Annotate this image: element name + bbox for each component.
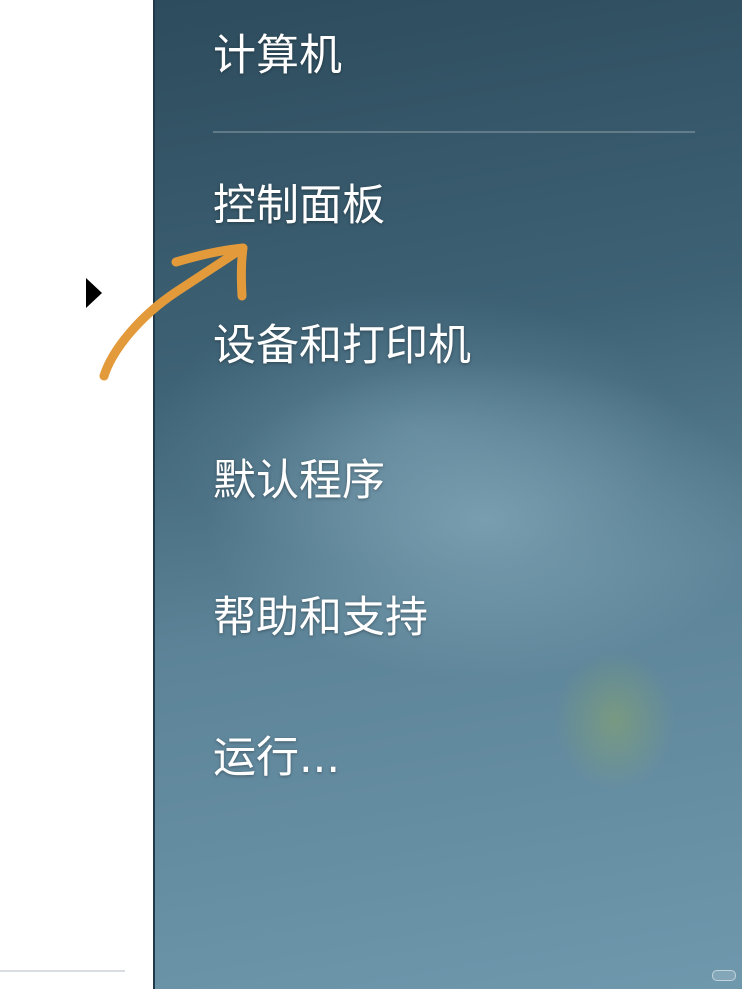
start-menu-right-pane: 计算机 控制面板 设备和打印机 默认程序 帮助和支持 运行...: [153, 0, 742, 989]
corner-pill-icon: [712, 970, 736, 981]
menu-item-control-panel[interactable]: 控制面板: [213, 180, 385, 232]
left-pane-divider: [0, 970, 125, 972]
menu-item-default-programs[interactable]: 默认程序: [213, 455, 385, 507]
menu-item-computer[interactable]: 计算机: [213, 30, 342, 82]
menu-item-devices-and-printers[interactable]: 设备和打印机: [213, 320, 471, 372]
menu-item-run[interactable]: 运行...: [213, 732, 340, 784]
menu-item-help-and-support[interactable]: 帮助和支持: [213, 592, 428, 644]
start-menu-left-pane: [0, 0, 153, 989]
caret-right-icon[interactable]: [86, 278, 102, 308]
menu-separator: [213, 131, 695, 133]
